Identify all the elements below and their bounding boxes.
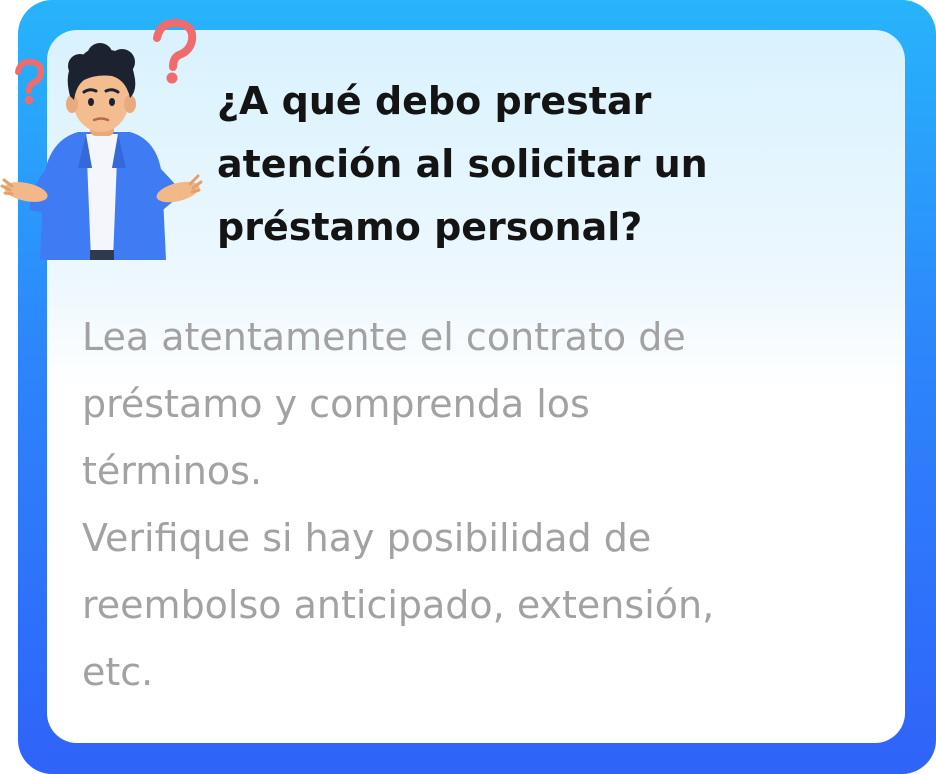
faq-question-title: ¿A qué debo prestar atención al solicita…: [217, 79, 708, 249]
question-mark-icon: [15, 58, 45, 105]
faq-answer-text: Lea atentamente el contrato de préstamo …: [82, 315, 715, 694]
confused-person-illustration: [0, 18, 210, 260]
question-mark-icon: [153, 18, 197, 84]
